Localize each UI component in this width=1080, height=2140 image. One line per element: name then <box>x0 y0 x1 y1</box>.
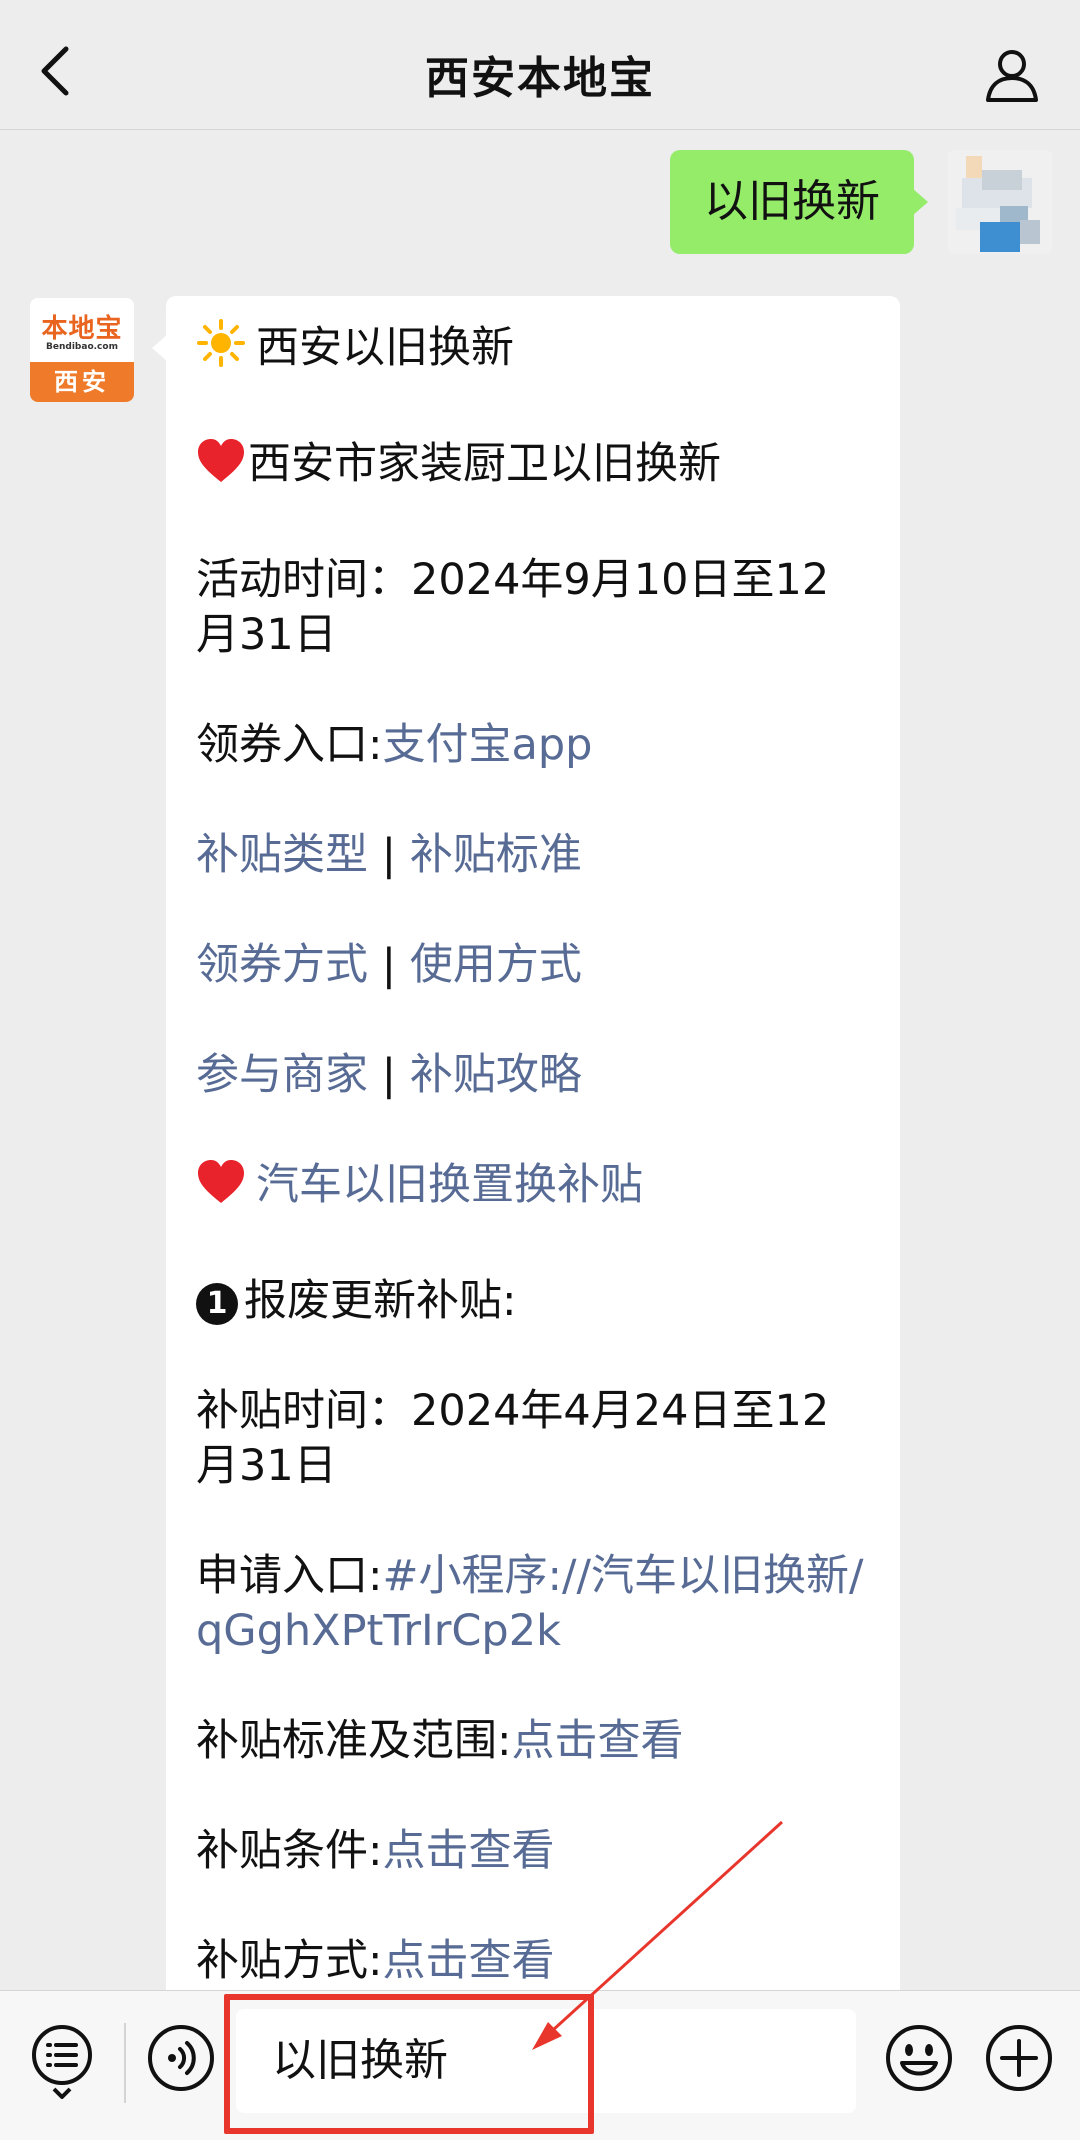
user-avatar[interactable] <box>948 150 1052 254</box>
profile-icon[interactable] <box>984 46 1040 102</box>
brand-logo: 本地宝 Bendibao.com <box>30 298 134 362</box>
standard-scope-label: 补贴标准及范围: <box>196 1716 512 1766</box>
apply-entry-line: 申请入口:#小程序://汽车以旧换新/qGghXPtTrIrCp2k <box>196 1549 870 1659</box>
chat-header: 西安本地宝 <box>0 0 1080 130</box>
conditions-line: 补贴条件:点击查看 <box>196 1824 870 1879</box>
received-message-bubble: 西安以旧换新 西安市家装厨卫以旧换新 活动时间：2024年9月10日至12月31… <box>166 296 900 2056</box>
brand-name: 本地宝 <box>41 314 123 344</box>
apply-entry-label: 申请入口: <box>196 1551 383 1601</box>
sent-bubble-tail <box>912 188 928 216</box>
sender-avatar[interactable]: 本地宝 Bendibao.com 西安 <box>30 298 134 402</box>
number-badge: 1 <box>196 1283 238 1325</box>
emoji-icon[interactable] <box>884 2023 954 2093</box>
standard-scope-link[interactable]: 点击查看 <box>512 1716 684 1766</box>
method-label: 补贴方式: <box>196 1936 383 1986</box>
coupon-entry-line: 领券入口:支付宝app <box>196 718 870 773</box>
merchants-link[interactable]: 参与商家 <box>196 1050 368 1100</box>
scrap-title: 报废更新补贴: <box>244 1276 517 1326</box>
menu-icon[interactable] <box>28 2021 96 2101</box>
coupon-entry-link[interactable]: 支付宝app <box>383 720 593 770</box>
coupon-entry-label: 领券入口: <box>196 720 383 770</box>
scrap-title-line: 1 报废更新补贴: <box>196 1274 870 1329</box>
section2-line: 汽车以旧换置换补贴 <box>196 1158 870 1219</box>
voice-icon[interactable] <box>146 2023 216 2093</box>
brand-city: 西安 <box>30 362 134 402</box>
sent-message-row: 以旧换新 <box>452 150 1052 254</box>
subsidy-type-link[interactable]: 补贴类型 <box>196 830 368 880</box>
section2-title-link[interactable]: 汽车以旧换置换补贴 <box>256 1160 643 1210</box>
subsidy-time-label: 补贴时间： <box>196 1386 411 1436</box>
input-divider <box>124 2023 126 2103</box>
heart-icon <box>196 438 246 498</box>
brand-site: Bendibao.com <box>46 342 118 352</box>
link-separator: | <box>381 1050 397 1100</box>
section1-line: 西安市家装厨卫以旧换新 <box>196 437 870 498</box>
activity-time-line: 活动时间：2024年9月10日至12月31日 <box>196 553 870 663</box>
subsidy-standard-link[interactable]: 补贴标准 <box>410 830 582 880</box>
method-link[interactable]: 点击查看 <box>383 1936 555 1986</box>
link-separator: | <box>381 830 397 880</box>
plus-icon[interactable] <box>984 2023 1054 2093</box>
link-row-3: 参与商家 | 补贴攻略 <box>196 1048 870 1103</box>
annotation-highlight-box <box>224 1994 594 2134</box>
subsidy-guide-link[interactable]: 补贴攻略 <box>410 1050 582 1100</box>
sun-icon <box>196 318 246 382</box>
reply-heading: 西安以旧换新 <box>256 323 514 373</box>
subsidy-time-line: 补贴时间：2024年4月24日至12月31日 <box>196 1384 870 1494</box>
usage-method-link[interactable]: 使用方式 <box>410 940 582 990</box>
standard-scope-line: 补贴标准及范围:点击查看 <box>196 1714 870 1769</box>
conditions-label: 补贴条件: <box>196 1826 383 1876</box>
method-line: 补贴方式:点击查看 <box>196 1934 870 1989</box>
reply-heading-line: 西安以旧换新 <box>196 318 870 382</box>
activity-time-label: 活动时间： <box>196 555 411 605</box>
chat-title: 西安本地宝 <box>425 53 655 104</box>
sent-message-bubble[interactable]: 以旧换新 <box>670 150 914 254</box>
heart-icon <box>196 1159 246 1219</box>
link-row-1: 补贴类型 | 补贴标准 <box>196 828 870 883</box>
conditions-link[interactable]: 点击查看 <box>383 1826 555 1876</box>
section1-title: 西安市家装厨卫以旧换新 <box>248 439 721 489</box>
coupon-method-link[interactable]: 领券方式 <box>196 940 368 990</box>
link-separator: | <box>381 940 397 990</box>
link-row-2: 领券方式 | 使用方式 <box>196 938 870 993</box>
